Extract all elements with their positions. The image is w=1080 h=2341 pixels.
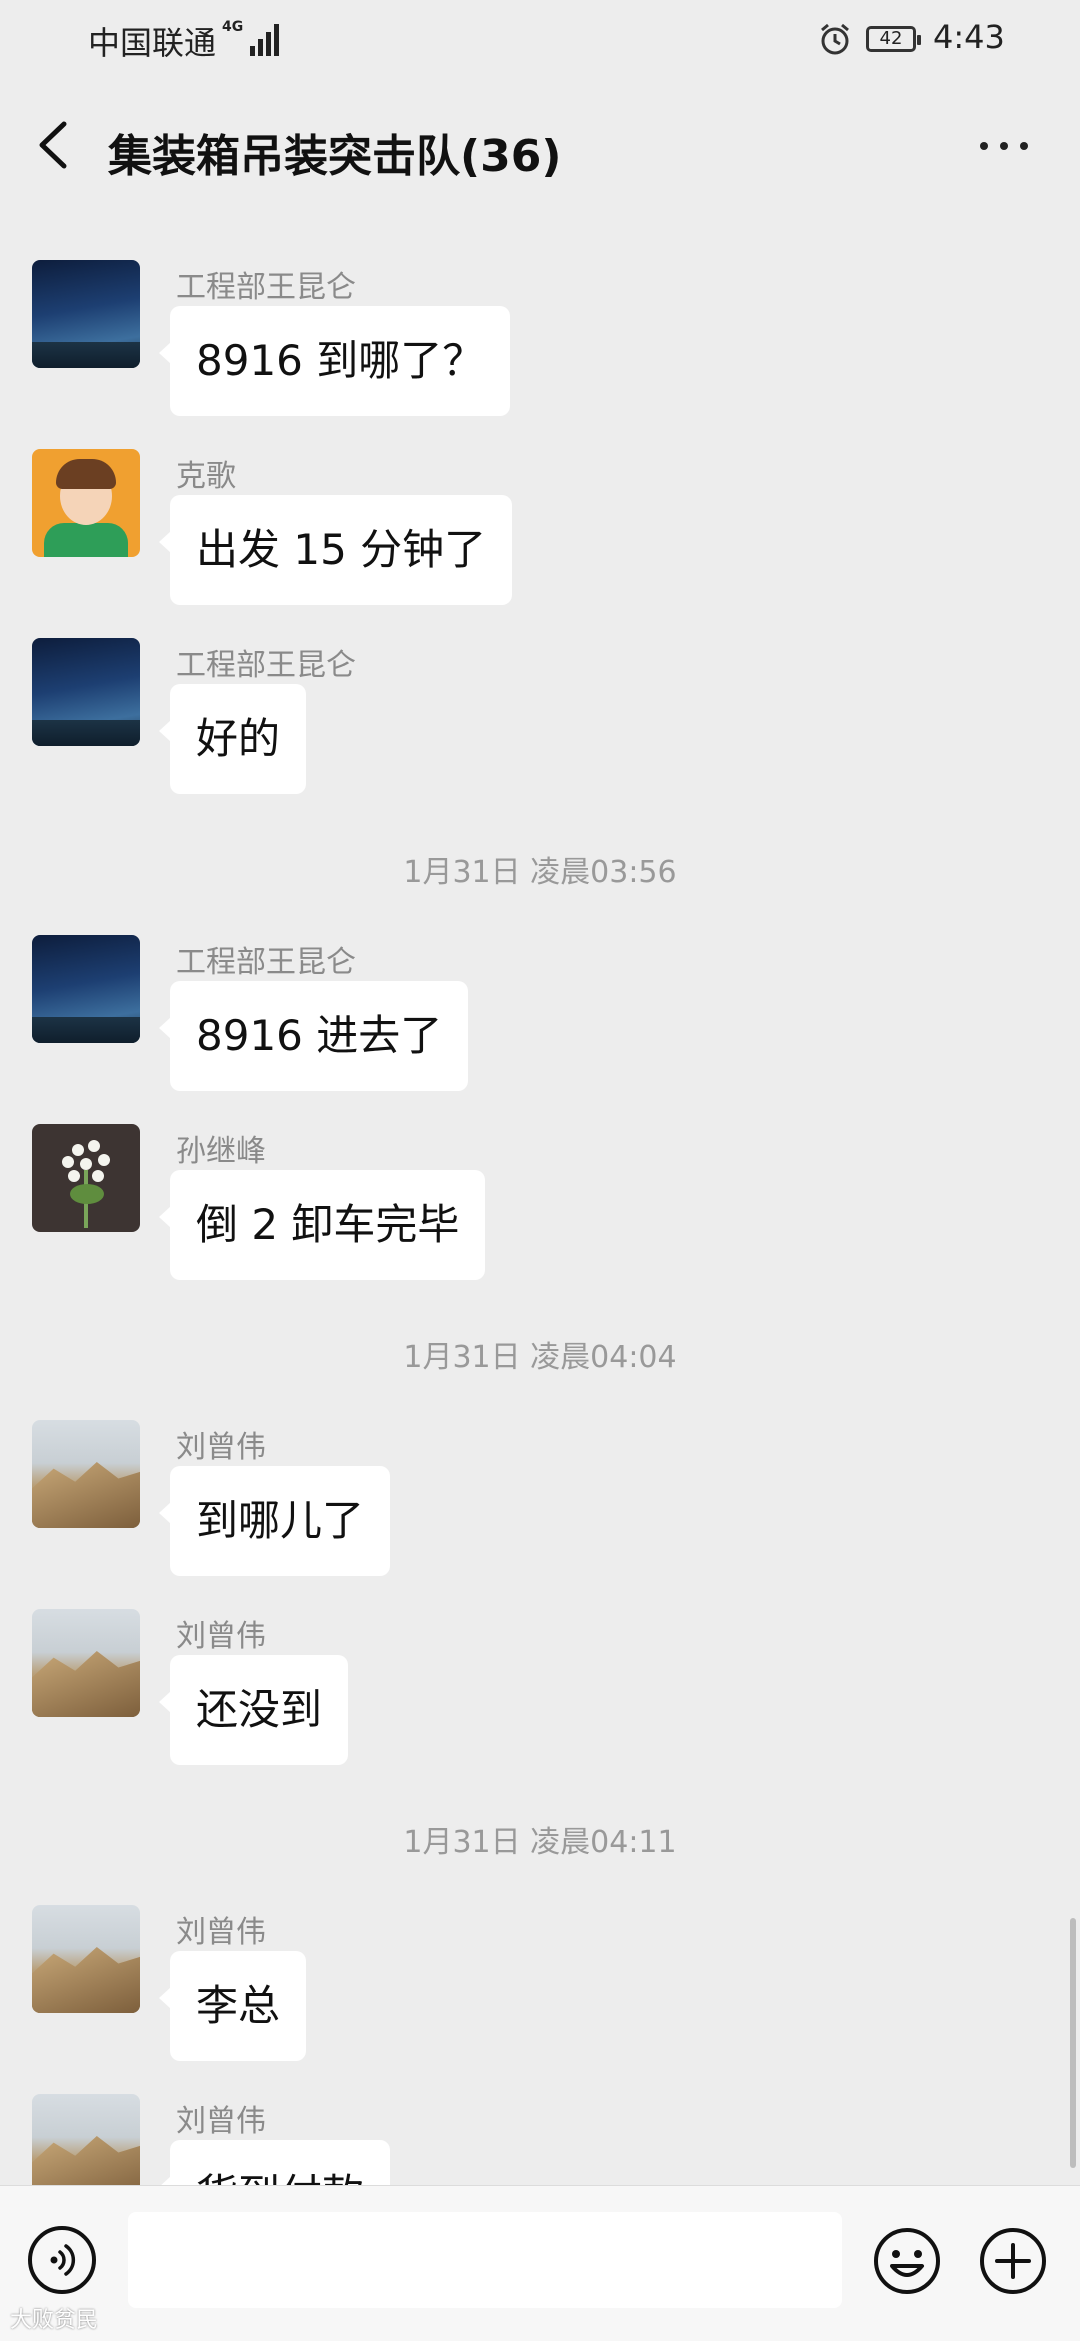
message-bubble[interactable]: 8916 到哪了？	[158, 306, 511, 416]
status-bar: 中国联通 4G 42 4:43	[0, 0, 1080, 80]
chat-title: 集装箱吊装突击队(36)	[108, 131, 562, 182]
timestamp: 1月31日 凌晨03:56	[403, 855, 677, 890]
message-bubble[interactable]: 到哪儿了	[158, 1466, 391, 1576]
sender-name: 刘曾伟	[176, 2104, 266, 2139]
battery-icon: 42	[866, 26, 921, 52]
sender-name: 克歌	[176, 459, 236, 494]
voice-icon[interactable]	[28, 2226, 96, 2294]
timestamp: 1月31日 凌晨04:11	[403, 1825, 677, 1860]
avatar[interactable]	[32, 1609, 140, 1717]
avatar[interactable]	[32, 1124, 140, 1232]
avatar[interactable]	[32, 935, 140, 1043]
sender-name: 刘曾伟	[176, 1915, 266, 1950]
sender-name: 刘曾伟	[176, 1430, 266, 1465]
avatar[interactable]	[32, 449, 140, 557]
message-bubble[interactable]: 出发 15 分钟了	[158, 495, 513, 605]
clock: 4:43	[933, 18, 1005, 56]
chat-area[interactable]: 工程部王昆仑 8916 到哪了？ 克歌 出发 15 分钟了 工程部王昆仑 好的 …	[0, 210, 1080, 2185]
message-bubble[interactable]: 8916 进去了	[158, 981, 469, 1091]
title-bar: 集装箱吊装突击队(36)	[0, 80, 1080, 210]
sender-name: 工程部王昆仑	[176, 945, 356, 980]
sender-name: 工程部王昆仑	[176, 648, 356, 683]
input-bar	[0, 2185, 1080, 2341]
back-arrow-icon[interactable]	[30, 118, 80, 172]
scrollbar[interactable]	[1070, 1918, 1076, 2168]
signal-icon	[250, 22, 280, 56]
alarm-icon	[821, 23, 849, 55]
watermark: 大败贫民	[10, 2308, 99, 2333]
emoji-icon[interactable]	[872, 2226, 942, 2296]
network-type: 4G	[222, 19, 244, 35]
message-bubble[interactable]: 货到付款	[158, 2140, 391, 2185]
more-options-icon[interactable]	[970, 126, 1040, 166]
avatar[interactable]	[32, 1420, 140, 1528]
avatar[interactable]	[32, 260, 140, 368]
avatar[interactable]	[32, 1905, 140, 2013]
sender-name: 刘曾伟	[176, 1619, 266, 1654]
sender-name: 孙继峰	[176, 1134, 266, 1169]
avatar[interactable]	[32, 2094, 140, 2185]
message-bubble[interactable]: 李总	[158, 1951, 307, 2061]
message-bubble[interactable]: 好的	[158, 684, 307, 794]
message-bubble[interactable]: 倒 2 卸车完毕	[158, 1170, 486, 1280]
plus-icon[interactable]	[978, 2226, 1048, 2296]
avatar[interactable]	[32, 638, 140, 746]
carrier-name: 中国联通	[88, 24, 217, 62]
sender-name: 工程部王昆仑	[176, 270, 356, 305]
message-bubble[interactable]: 还没到	[158, 1655, 349, 1765]
timestamp: 1月31日 凌晨04:04	[403, 1340, 677, 1375]
message-input[interactable]	[128, 2212, 842, 2308]
